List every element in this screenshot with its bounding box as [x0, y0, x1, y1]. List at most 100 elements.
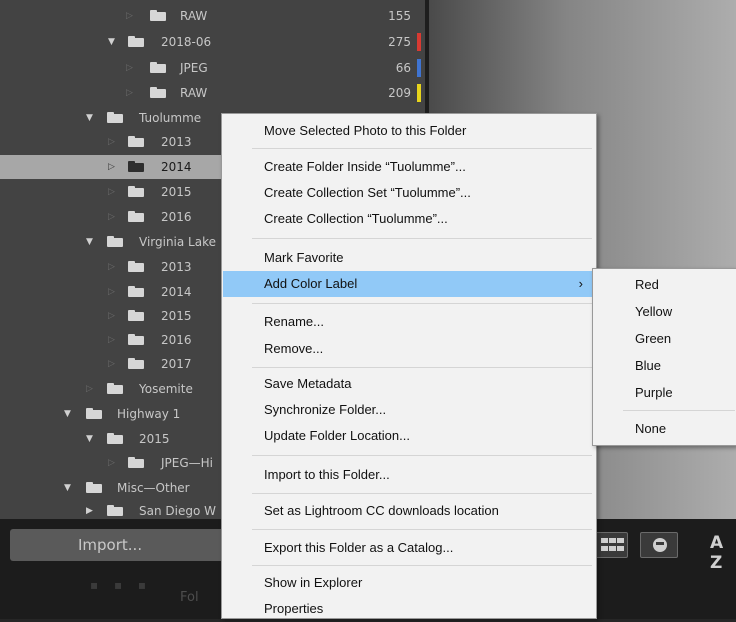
- menu-item-properties[interactable]: Properties: [223, 596, 595, 622]
- menu-item-label: Rename...: [264, 314, 324, 329]
- menu-item-label: Export this Folder as a Catalog...: [264, 540, 454, 555]
- triangle-right-icon[interactable]: ▷: [108, 451, 115, 475]
- sort-az-icon[interactable]: A Z: [710, 533, 736, 573]
- folder-name: 2018-06: [161, 35, 212, 49]
- triangle-right-icon[interactable]: ▶: [86, 499, 93, 519]
- folder-name: 2017: [161, 357, 192, 371]
- menu-item-create-folder[interactable]: Create Folder Inside “Tuolumme”...: [223, 154, 595, 180]
- folder-name: JPEG: [180, 61, 208, 75]
- folder-icon: [128, 36, 144, 47]
- triangle-right-icon[interactable]: ▷: [108, 155, 115, 179]
- triangle-right-icon[interactable]: ▷: [108, 328, 115, 352]
- grid-cell: [617, 546, 624, 551]
- folder-icon: [150, 87, 166, 98]
- triangle-down-icon[interactable]: ▼: [64, 402, 71, 426]
- menu-item-add-color-label[interactable]: Add Color Label ›: [223, 271, 595, 297]
- folder-name: 2013: [161, 135, 192, 149]
- submenu-item-blue[interactable]: Blue: [594, 352, 736, 379]
- menu-item-create-collection-set[interactable]: Create Collection Set “Tuolumme”...: [223, 180, 595, 206]
- grid-view-button[interactable]: [594, 532, 628, 558]
- triangle-right-icon[interactable]: ▷: [126, 4, 133, 28]
- folder-icon: [128, 358, 144, 369]
- menu-item-show-in-explorer[interactable]: Show in Explorer: [223, 570, 595, 596]
- grid-cell: [601, 546, 608, 551]
- menu-item-import-to-folder[interactable]: Import to this Folder...: [223, 462, 595, 488]
- menu-separator: [252, 493, 592, 494]
- menu-item-label: Create Collection Set “Tuolumme”...: [264, 185, 471, 200]
- triangle-right-icon[interactable]: ▷: [108, 255, 115, 279]
- menu-item-label: Remove...: [264, 341, 324, 356]
- triangle-down-icon[interactable]: ▼: [86, 427, 93, 451]
- triangle-right-icon[interactable]: ▷: [108, 280, 115, 304]
- triangle-down-icon[interactable]: ▼: [108, 30, 115, 54]
- menu-item-mark-favorite[interactable]: Mark Favorite: [223, 245, 595, 271]
- folder-name: Misc—Other: [117, 481, 190, 495]
- folder-icon: [107, 236, 123, 247]
- triangle-down-icon[interactable]: ▼: [86, 106, 93, 130]
- folder-row[interactable]: ▷ JPEG 66: [0, 56, 425, 80]
- menu-item-label: Mark Favorite: [264, 250, 344, 265]
- submenu-item-yellow[interactable]: Yellow: [594, 298, 736, 325]
- folder-row[interactable]: ▷ RAW 155: [0, 4, 425, 28]
- folder-icon: [107, 112, 123, 123]
- submenu-item-label: None: [635, 421, 667, 436]
- triangle-right-icon[interactable]: ▷: [126, 81, 133, 105]
- submenu-item-green[interactable]: Green: [594, 325, 736, 352]
- triangle-right-icon[interactable]: ▷: [126, 56, 133, 80]
- submenu-item-none[interactable]: None: [594, 415, 736, 442]
- folder-icon: [107, 433, 123, 444]
- menu-item-label: Properties: [264, 601, 324, 616]
- folder-icon: [150, 10, 166, 21]
- folder-name: Virginia Lake: [139, 235, 217, 249]
- folder-name: 2014: [161, 285, 192, 299]
- folder-context-menu: Move Selected Photo to this Folder Creat…: [221, 113, 597, 619]
- folder-count: 66: [395, 61, 411, 75]
- triangle-right-icon[interactable]: ▷: [108, 205, 115, 229]
- triangle-down-icon[interactable]: ▼: [86, 230, 93, 254]
- face-icon: [653, 538, 667, 552]
- folder-icon: [128, 457, 144, 468]
- triangle-right-icon[interactable]: ▷: [108, 352, 115, 376]
- grid-cell: [609, 546, 616, 551]
- folder-count: 155: [388, 9, 411, 23]
- triangle-right-icon[interactable]: ▷: [108, 180, 115, 204]
- menu-item-create-collection[interactable]: Create Collection “Tuolumme”...: [223, 206, 595, 232]
- folder-name: Yosemite: [139, 382, 193, 396]
- menu-item-rename[interactable]: Rename...: [223, 309, 595, 335]
- grid-cell: [601, 538, 608, 543]
- folder-icon: [128, 161, 144, 172]
- folder-icon: [128, 286, 144, 297]
- people-view-button[interactable]: [640, 532, 678, 558]
- folder-name: 2016: [161, 333, 192, 347]
- menu-item-remove[interactable]: Remove...: [223, 336, 595, 362]
- submenu-item-label: Green: [635, 331, 672, 346]
- folder-icon: [128, 261, 144, 272]
- menu-item-export-as-catalog[interactable]: Export this Folder as a Catalog...: [223, 535, 595, 561]
- menu-item-save-metadata[interactable]: Save Metadata: [223, 371, 595, 397]
- submenu-item-purple[interactable]: Purple: [594, 379, 736, 406]
- triangle-right-icon[interactable]: ▷: [86, 377, 93, 401]
- submenu-item-red[interactable]: Red: [594, 271, 736, 298]
- folder-count: 275: [388, 35, 411, 49]
- view-toolbar: A Z: [592, 527, 736, 573]
- folder-row[interactable]: ▼ 2018-06 275: [0, 30, 425, 54]
- menu-item-move-selected-photo[interactable]: Move Selected Photo to this Folder: [223, 118, 595, 144]
- folder-name: Highway 1: [117, 407, 181, 421]
- triangle-down-icon[interactable]: ▼: [64, 476, 71, 500]
- folder-row[interactable]: ▷ RAW 209: [0, 81, 425, 105]
- menu-item-set-lightroom-cc-downloads[interactable]: Set as Lightroom CC downloads location: [223, 498, 595, 524]
- submenu-item-label: Yellow: [635, 304, 673, 319]
- folder-icon: [128, 211, 144, 222]
- folder-name: 2015: [161, 309, 192, 323]
- filmstrip-source-label: Fol: [180, 590, 199, 605]
- menu-item-update-folder-location[interactable]: Update Folder Location...: [223, 423, 595, 449]
- menu-separator: [252, 303, 592, 304]
- folder-icon: [107, 505, 123, 516]
- triangle-right-icon[interactable]: ▷: [108, 304, 115, 328]
- menu-item-synchronize-folder[interactable]: Synchronize Folder...: [223, 397, 595, 423]
- menu-separator: [252, 367, 592, 368]
- folder-count: 209: [388, 86, 411, 100]
- folder-name: JPEG—Hi: [161, 456, 214, 470]
- import-button[interactable]: Import...: [10, 529, 230, 561]
- triangle-right-icon[interactable]: ▷: [108, 130, 115, 154]
